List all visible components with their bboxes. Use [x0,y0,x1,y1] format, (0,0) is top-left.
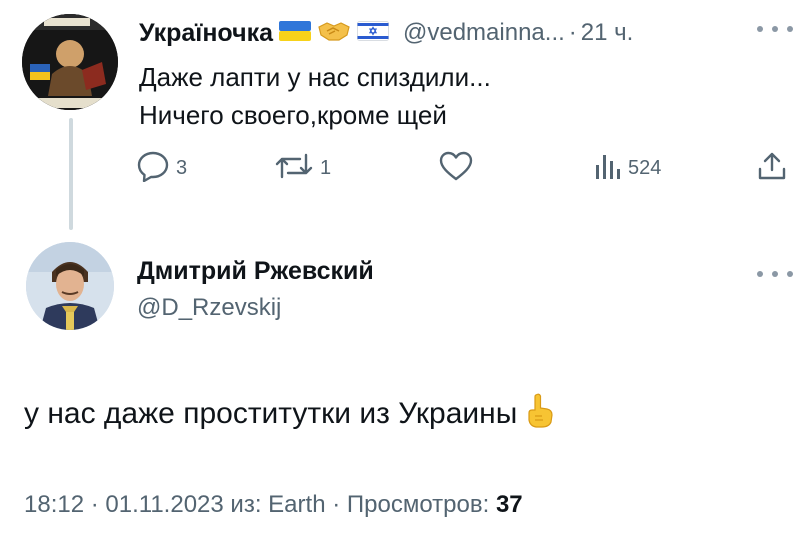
share-icon [756,150,788,187]
flag-ukraine-icon [279,20,311,47]
more-options-button[interactable] [757,262,793,286]
heart-icon [438,150,474,187]
handshake-icon [317,19,351,48]
like-button[interactable] [438,148,480,188]
reply-count: 3 [176,156,188,179]
tweet-meta: 18:12 · 01.11.2023 из: Earth · Просмотро… [24,491,523,519]
retweet-icon [274,151,314,186]
source-prefix: из: [230,491,262,518]
views-count: 524 [628,156,662,179]
tweet-text-content: у нас даже проститутки из Украины [24,397,518,430]
avatar[interactable] [26,242,114,330]
display-name[interactable]: Україночка [139,19,273,48]
tweet-text: у нас даже проститутки из Украины [24,392,555,436]
pointing-up-icon [525,392,555,436]
post-time[interactable]: 18:12 [24,491,84,518]
display-name[interactable]: Дмитрий Ржевский [137,257,374,286]
more-dot [757,271,763,277]
action-bar: 3 1 524 [136,148,796,188]
tweet-text: Даже лапти у нас спиздили... Ничего свое… [139,58,491,134]
reply-icon [136,150,170,187]
more-dot [787,271,793,277]
meta-separator: · [90,491,99,518]
post-date[interactable]: 01.11.2023 [105,491,223,518]
analytics-icon [594,151,622,186]
thread-connector-line [69,118,73,230]
share-button[interactable] [756,148,788,188]
more-dot [772,271,778,277]
more-options-button[interactable] [757,17,793,41]
avatar-image [26,242,114,330]
source-app: Earth [268,491,326,518]
meta-separator: · [332,491,341,518]
tweet-text-line: Даже лапти у нас спиздили... [139,62,491,92]
more-dot [772,26,778,32]
time-separator: · [568,19,577,46]
avatar-image [22,14,118,110]
views-label: Просмотров: [346,491,490,518]
more-dot [787,26,793,32]
handle[interactable]: @vedmainna... [403,19,565,47]
reply-button[interactable]: 3 [136,148,187,188]
views-count[interactable]: 37 [496,491,523,518]
tweet-text-line: Ничего своего,кроме щей [139,100,447,130]
views-button[interactable]: 524 [594,148,661,188]
tweet-header: Україночка @vedmainna... · 21 ч. [139,13,633,53]
avatar[interactable] [22,14,118,110]
more-dot [757,26,763,32]
retweet-button[interactable]: 1 [274,148,331,188]
handle[interactable]: @D_Rzevskij [137,294,281,322]
retweet-count: 1 [320,156,332,179]
timestamp[interactable]: 21 ч. [581,19,634,47]
flag-israel-icon [357,20,389,47]
